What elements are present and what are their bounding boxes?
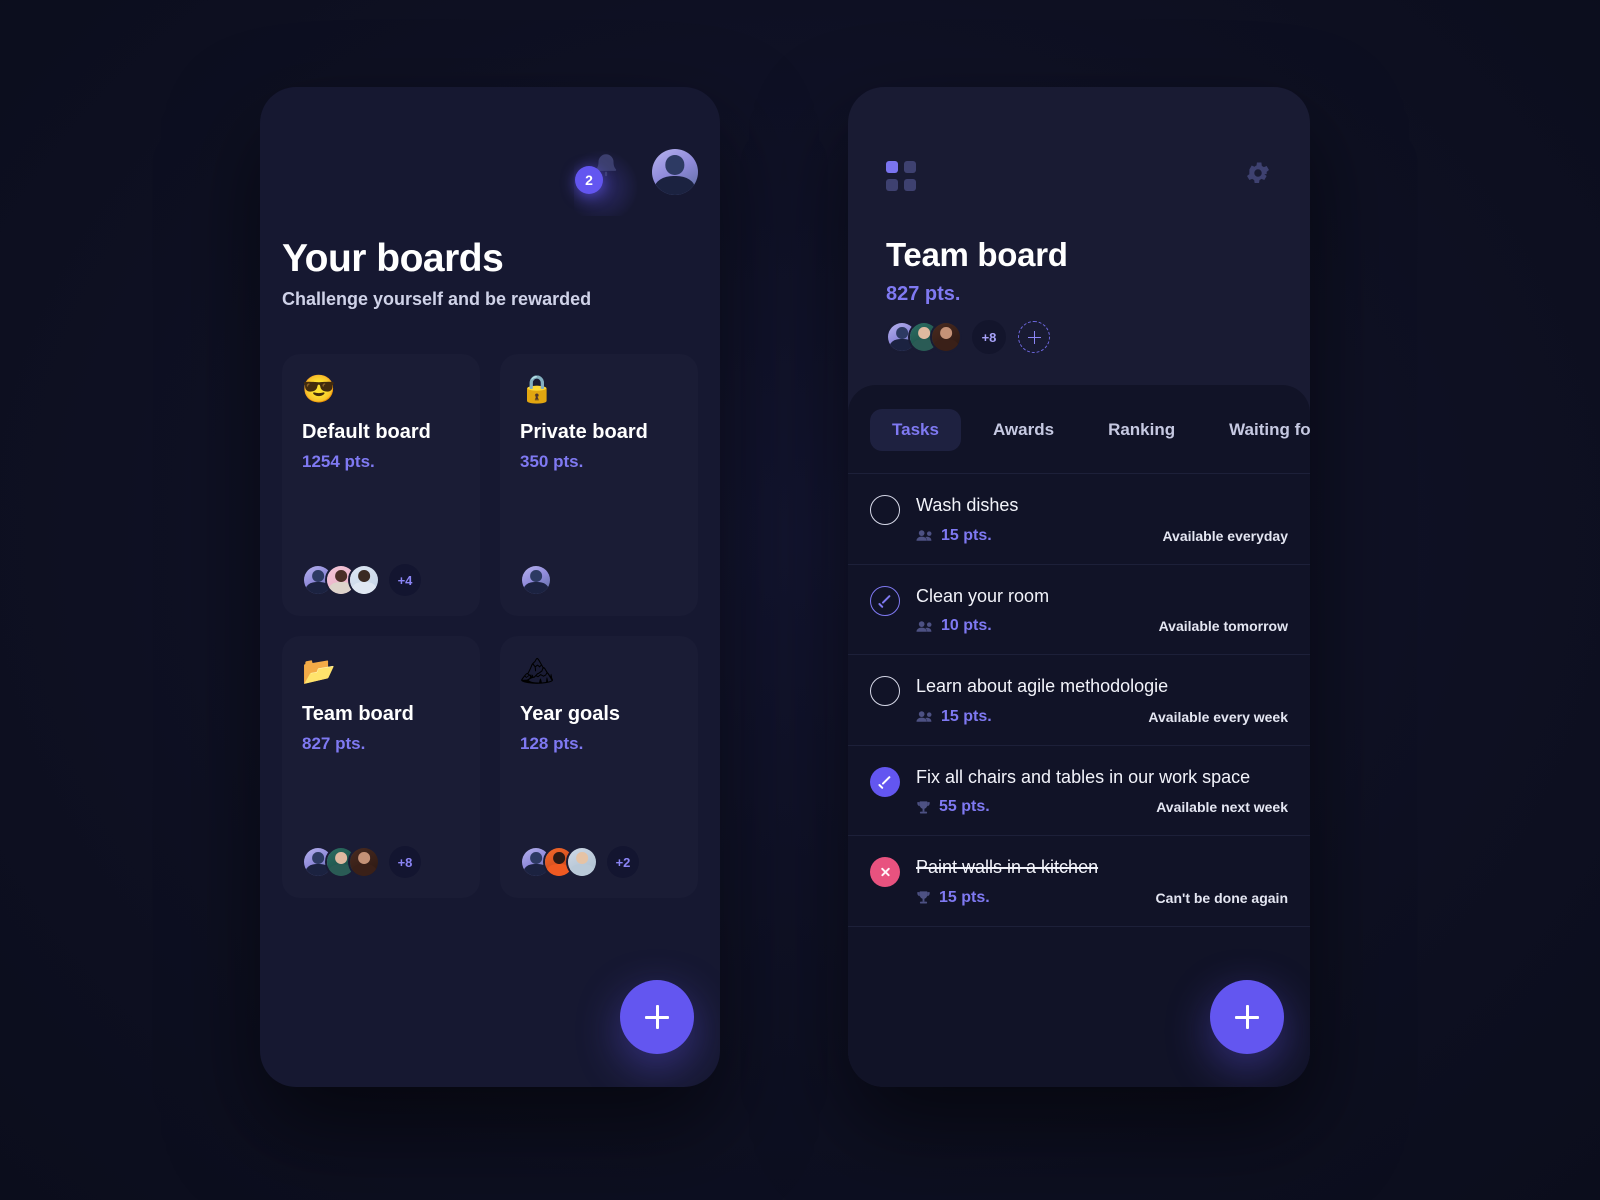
task-checkbox-failed-icon[interactable]: [870, 857, 900, 887]
task-availability: Available next week: [1156, 799, 1288, 815]
task-points: 15 pts.: [941, 526, 992, 544]
team-board-screen: Team board 827 pts. +8 Tasks Awards Rank…: [848, 87, 1310, 1087]
boards-screen: 2 Your boards Challenge yourself and be …: [260, 87, 720, 1087]
avatar: [566, 846, 598, 878]
avatar: [348, 846, 380, 878]
task-row[interactable]: Paint walls in a kitchen 15 pts. Can't b…: [848, 836, 1310, 927]
avatar: [930, 321, 962, 353]
board-tabs: Tasks Awards Ranking Waiting for: [848, 385, 1310, 473]
add-member-button[interactable]: [1018, 321, 1050, 353]
gear-icon[interactable]: [1244, 159, 1272, 192]
task-row[interactable]: Clean your room 10 pts. Available tomorr…: [848, 565, 1310, 655]
task-availability: Available tomorrow: [1158, 618, 1288, 634]
board-points: 827 pts.: [886, 283, 961, 305]
task-checkbox-completed-icon[interactable]: [870, 766, 900, 797]
task-name: Fix all chairs and tables in our work sp…: [916, 766, 1251, 787]
people-icon: [916, 620, 933, 633]
tab-ranking[interactable]: Ranking: [1086, 409, 1197, 451]
people-icon: [916, 529, 933, 542]
avatar: [520, 564, 552, 596]
open-folder-emoji: 📂: [302, 656, 336, 686]
task-checkbox-empty-icon[interactable]: [870, 676, 900, 706]
trophy-icon: [916, 890, 931, 905]
app-canvas: 2 Your boards Challenge yourself and be …: [0, 0, 1600, 1200]
plus-icon: [1235, 1005, 1259, 1029]
member-overflow-count: +8: [972, 320, 1006, 354]
people-icon: [916, 710, 933, 723]
task-name: Learn about agile methodologie: [916, 676, 1169, 696]
board-title: Default board: [302, 421, 431, 443]
task-points: 10 pts.: [941, 617, 992, 634]
board-members: +2: [520, 846, 678, 878]
board-members: +4: [302, 564, 460, 596]
task-availability: Available every week: [1148, 708, 1288, 725]
board-members: [520, 564, 678, 596]
notification-count-badge: 2: [575, 166, 603, 194]
plus-icon: [645, 1005, 669, 1029]
task-row[interactable]: Learn about agile methodologie 15 pts. A…: [848, 655, 1310, 746]
page-title: Your boards: [282, 237, 504, 280]
task-name: Clean your room: [916, 585, 1050, 606]
tab-tasks[interactable]: Tasks: [870, 409, 961, 451]
board-header: Team board 827 pts. +8: [848, 87, 1310, 354]
member-overflow-count: +4: [389, 564, 421, 596]
page-subtitle: Challenge yourself and be rewarded: [282, 289, 592, 309]
mountain-emoji: 🏔: [520, 656, 555, 686]
board-card-year-goals[interactable]: 🏔 Year goals 128 pts. +2: [500, 636, 698, 898]
board-members: +8: [302, 846, 460, 878]
board-card-default[interactable]: 😎 Default board 1254 pts. +4: [282, 354, 480, 616]
board-points: 1254 pts.: [302, 452, 375, 471]
plus-icon: [1027, 330, 1041, 344]
board-title: Team board: [302, 703, 414, 725]
user-avatar[interactable]: [652, 149, 698, 195]
notifications-button[interactable]: 2: [574, 146, 640, 216]
tab-waiting-for[interactable]: Waiting for: [1207, 409, 1310, 451]
task-row[interactable]: Fix all chairs and tables in our work sp…: [848, 746, 1310, 836]
avatar: [348, 564, 380, 596]
board-points: 827 pts.: [302, 734, 366, 753]
board-points: 128 pts.: [520, 734, 584, 753]
trophy-icon: [916, 800, 931, 815]
board-card-private[interactable]: 🔒 Private board 350 pts.: [500, 354, 698, 616]
add-board-button[interactable]: [620, 980, 694, 1054]
boards-grid: 😎 Default board 1254 pts. +4 🔒 Private b…: [282, 354, 698, 898]
board-title: Private board: [520, 421, 648, 443]
board-card-team[interactable]: 📂 Team board 827 pts. +8: [282, 636, 480, 898]
task-points: 55 pts.: [939, 798, 990, 815]
task-points: 15 pts.: [941, 707, 992, 725]
member-overflow-count: +2: [607, 846, 639, 878]
task-checkbox-empty-icon[interactable]: [870, 495, 900, 525]
task-list: Wash dishes 15 pts. Available everyday C…: [848, 473, 1310, 927]
task-checkbox-checked-outline-icon[interactable]: [870, 585, 900, 616]
lock-emoji: 🔒: [520, 374, 554, 404]
add-task-button[interactable]: [1210, 980, 1284, 1054]
task-row[interactable]: Wash dishes 15 pts. Available everyday: [848, 474, 1310, 565]
board-points: 350 pts.: [520, 452, 584, 471]
board-title: Team board: [886, 236, 1068, 273]
task-points: 15 pts.: [939, 888, 990, 906]
task-availability: Can't be done again: [1155, 889, 1288, 906]
board-members: +8: [886, 320, 1272, 354]
left-top-bar: 2: [574, 146, 698, 216]
board-title: Year goals: [520, 703, 621, 725]
task-name: Paint walls in a kitchen: [916, 857, 1099, 877]
task-name: Wash dishes: [916, 495, 1019, 515]
tab-awards[interactable]: Awards: [971, 409, 1076, 451]
task-availability: Available everyday: [1162, 527, 1288, 544]
member-overflow-count: +8: [389, 846, 421, 878]
grid-apps-icon[interactable]: [886, 160, 916, 191]
sunglasses-face-emoji: 😎: [302, 374, 336, 404]
